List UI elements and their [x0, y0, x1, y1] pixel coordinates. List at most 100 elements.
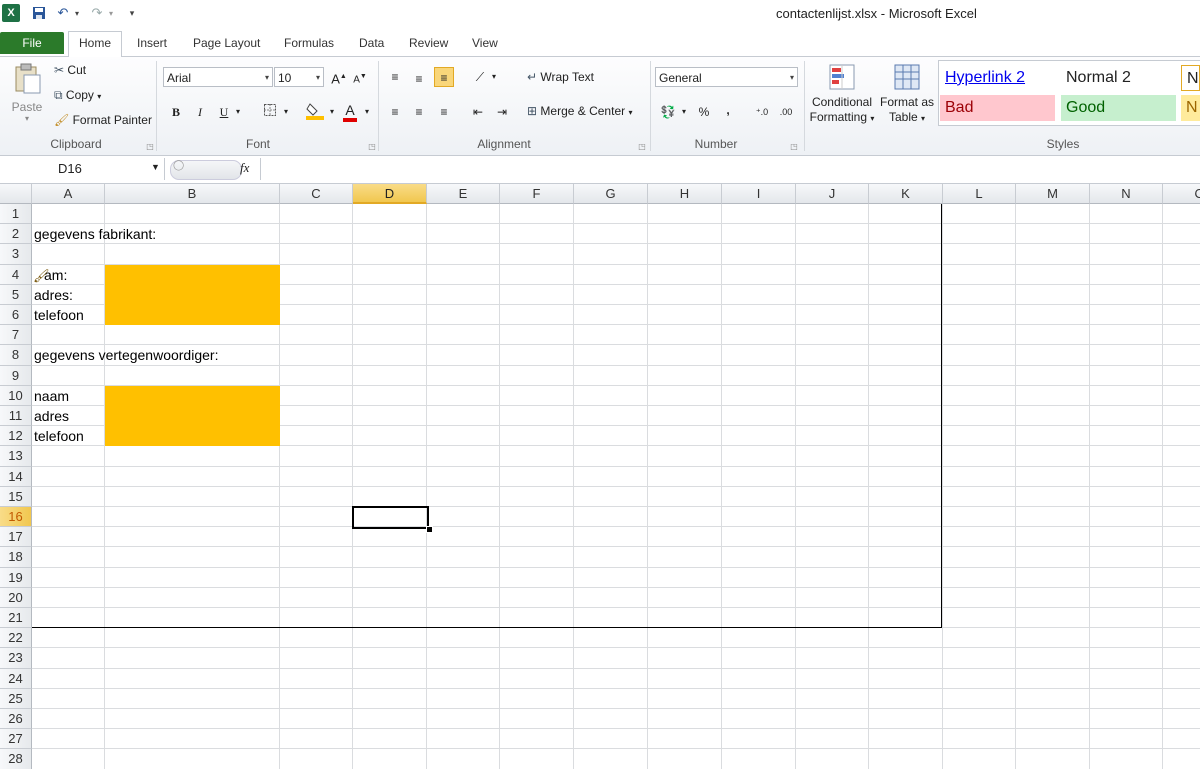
- fill-color-dropdown-icon[interactable]: ▾: [326, 102, 338, 122]
- column-header-d[interactable]: D: [353, 184, 427, 204]
- column-header-a[interactable]: A: [32, 184, 105, 204]
- save-icon[interactable]: [30, 4, 48, 22]
- row-header-15[interactable]: 15: [0, 486, 32, 507]
- row-header-6[interactable]: 6: [0, 305, 32, 326]
- merge-center-button[interactable]: ⊞ Merge & Center ▾: [527, 104, 632, 118]
- underline-dropdown-icon[interactable]: ▾: [232, 102, 244, 122]
- paste-button[interactable]: Paste ▾: [10, 63, 44, 133]
- undo-dropdown-icon[interactable]: ▾: [72, 4, 82, 22]
- conditional-formatting-button[interactable]: Conditional Formatting ▾: [808, 63, 876, 126]
- cut-button[interactable]: ✂ Cut: [54, 63, 86, 77]
- tab-file[interactable]: File: [0, 32, 64, 54]
- row-header-23[interactable]: 23: [0, 648, 32, 669]
- row-header-19[interactable]: 19: [0, 567, 32, 588]
- align-right-icon[interactable]: ≡: [434, 102, 454, 122]
- worksheet-grid[interactable]: A B C D E F G H I J K L M N O 1 2 3 4 5 6 7 8 9 10 11 12 13 14 15 16 17…: [0, 184, 1200, 769]
- excel-logo-icon[interactable]: X: [2, 4, 20, 22]
- borders-icon[interactable]: [260, 102, 280, 122]
- filled-range[interactable]: [105, 385, 280, 447]
- column-header-i[interactable]: I: [722, 184, 796, 204]
- undo-icon[interactable]: ↶: [54, 4, 72, 22]
- redo-dropdown-icon[interactable]: ▾: [106, 4, 116, 22]
- column-header-m[interactable]: M: [1016, 184, 1090, 204]
- align-left-icon[interactable]: ≡: [385, 102, 405, 122]
- align-bottom-icon[interactable]: ≡: [434, 67, 454, 87]
- tab-view[interactable]: View: [462, 32, 508, 54]
- style-hyperlink-2[interactable]: Hyperlink 2: [940, 65, 1055, 91]
- tab-review[interactable]: Review: [399, 32, 458, 54]
- row-header-4[interactable]: 4: [0, 264, 32, 285]
- cancel-icon[interactable]: ◯: [173, 160, 184, 171]
- row-header-28[interactable]: 28: [0, 749, 32, 769]
- fill-color-icon[interactable]: [305, 102, 325, 122]
- decrease-decimal-icon[interactable]: .00: [776, 102, 796, 122]
- cell-a5[interactable]: adres:: [34, 285, 73, 305]
- column-header-j[interactable]: J: [796, 184, 869, 204]
- font-launcher-icon[interactable]: ◳: [362, 137, 382, 157]
- row-header-20[interactable]: 20: [0, 587, 32, 608]
- format-as-table-button[interactable]: Format as Table ▾: [878, 63, 936, 126]
- align-middle-icon[interactable]: ≡: [409, 69, 429, 89]
- row-header-21[interactable]: 21: [0, 608, 32, 629]
- orientation-icon[interactable]: ⟋: [470, 67, 490, 87]
- row-header-24[interactable]: 24: [0, 668, 32, 689]
- row-header-16[interactable]: 16: [0, 507, 32, 528]
- format-painter-button[interactable]: 🖌 Format Painter: [54, 113, 152, 127]
- row-header-17[interactable]: 17: [0, 527, 32, 548]
- column-header-h[interactable]: H: [648, 184, 722, 204]
- style-good[interactable]: Good: [1061, 95, 1176, 121]
- style-normal-2[interactable]: Normal 2: [1061, 65, 1176, 91]
- currency-dropdown-icon[interactable]: ▾: [678, 102, 690, 122]
- increase-indent-icon[interactable]: ⇥: [492, 102, 512, 122]
- column-header-k[interactable]: K: [869, 184, 943, 204]
- style-neutral[interactable]: N: [1181, 95, 1200, 121]
- row-header-11[interactable]: 11: [0, 406, 32, 427]
- row-header-22[interactable]: 22: [0, 628, 32, 649]
- row-header-5[interactable]: 5: [0, 284, 32, 305]
- column-header-n[interactable]: N: [1090, 184, 1163, 204]
- italic-button[interactable]: I: [190, 102, 210, 122]
- tab-data[interactable]: Data: [349, 32, 394, 54]
- cell-a6[interactable]: telefoon: [34, 305, 84, 325]
- row-header-18[interactable]: 18: [0, 547, 32, 568]
- row-header-1[interactable]: 1: [0, 204, 32, 225]
- formula-input[interactable]: [260, 158, 1200, 180]
- style-bad[interactable]: Bad: [940, 95, 1055, 121]
- cell-a2[interactable]: gegevens fabrikant:: [34, 224, 156, 244]
- borders-dropdown-icon[interactable]: ▾: [280, 102, 292, 122]
- cell-a10[interactable]: naam: [34, 386, 69, 406]
- tab-formulas[interactable]: Formulas: [274, 32, 344, 54]
- column-header-g[interactable]: G: [574, 184, 648, 204]
- select-all-corner[interactable]: [0, 184, 32, 204]
- currency-icon[interactable]: 💱: [658, 102, 678, 122]
- font-color-dropdown-icon[interactable]: ▾: [361, 102, 373, 122]
- align-top-icon[interactable]: ≡: [385, 67, 405, 87]
- tab-insert[interactable]: Insert: [127, 32, 177, 54]
- row-header-27[interactable]: 27: [0, 729, 32, 750]
- decrease-indent-icon[interactable]: ⇤: [468, 102, 488, 122]
- shrink-font-button[interactable]: A▼: [350, 67, 370, 87]
- redo-icon[interactable]: ↷: [88, 4, 106, 22]
- tab-home[interactable]: Home: [68, 31, 123, 58]
- cell-a12[interactable]: telefoon: [34, 426, 84, 446]
- percent-button[interactable]: %: [694, 102, 714, 122]
- row-header-14[interactable]: 14: [0, 466, 32, 487]
- selected-cell[interactable]: [352, 506, 429, 530]
- row-header-2[interactable]: 2: [0, 224, 32, 245]
- tab-page-layout[interactable]: Page Layout: [183, 32, 270, 54]
- cell-a11[interactable]: adres: [34, 406, 69, 426]
- row-header-13[interactable]: 13: [0, 446, 32, 467]
- customize-icon[interactable]: ▾: [126, 4, 138, 22]
- cell-a8[interactable]: gegevens vertegenwoordiger:: [34, 345, 218, 365]
- row-header-8[interactable]: 8: [0, 345, 32, 366]
- increase-decimal-icon[interactable]: ⁺.0: [752, 102, 772, 122]
- row-header-9[interactable]: 9: [0, 365, 32, 386]
- insert-function-button[interactable]: fx: [240, 160, 249, 176]
- align-center-icon[interactable]: ≡: [409, 102, 429, 122]
- bold-button[interactable]: B: [166, 102, 186, 122]
- font-size-select[interactable]: 10 ▾: [274, 67, 324, 87]
- style-neutral-partial[interactable]: No: [1181, 65, 1200, 91]
- font-name-select[interactable]: Arial ▾: [163, 67, 273, 87]
- wrap-text-button[interactable]: ↵ Wrap Text: [527, 70, 594, 84]
- name-box[interactable]: D16: [0, 158, 165, 180]
